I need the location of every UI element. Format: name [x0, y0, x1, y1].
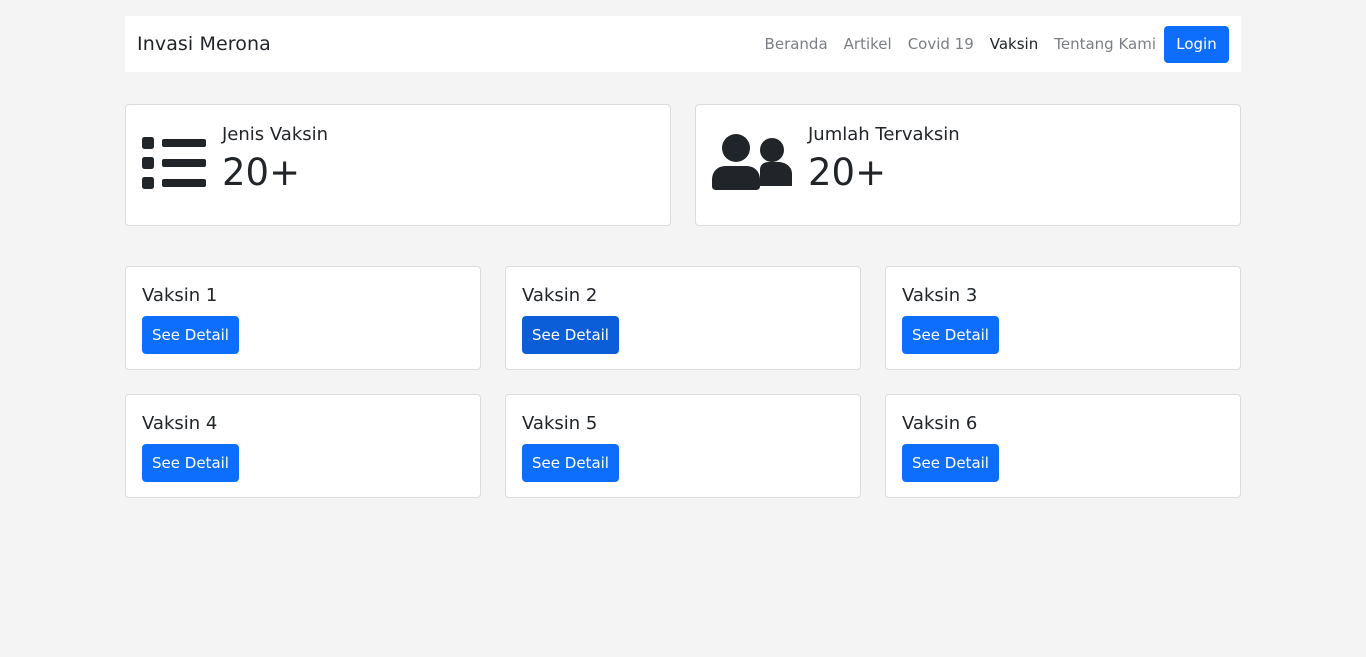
- nav-link-beranda[interactable]: Beranda: [757, 35, 836, 53]
- see-detail-button[interactable]: See Detail: [522, 444, 619, 482]
- stat-value: 20+: [222, 151, 301, 194]
- navbar: Invasi Merona Beranda Artikel Covid 19 V…: [125, 16, 1241, 72]
- vaccine-title: Vaksin 3: [902, 285, 978, 306]
- list-icon: [142, 123, 206, 203]
- stat-value: 20+: [808, 151, 887, 194]
- nav-link-covid-19[interactable]: Covid 19: [900, 35, 982, 53]
- vaccine-title: Vaksin 4: [142, 413, 218, 434]
- see-detail-button[interactable]: See Detail: [522, 316, 619, 354]
- vaccine-grid: Vaksin 1 See Detail Vaksin 2 See Detail …: [125, 266, 1241, 498]
- vaccine-title: Vaksin 5: [522, 413, 598, 434]
- vaccine-title: Vaksin 6: [902, 413, 978, 434]
- vaccine-card: Vaksin 2 See Detail: [505, 266, 861, 370]
- nav-link-vaksin[interactable]: Vaksin: [982, 35, 1046, 53]
- vaccine-card: Vaksin 3 See Detail: [885, 266, 1241, 370]
- see-detail-button[interactable]: See Detail: [902, 444, 999, 482]
- stat-title: Jumlah Tervaksin: [808, 124, 960, 145]
- users-icon: [712, 123, 792, 203]
- vaccine-title: Vaksin 1: [142, 285, 218, 306]
- vaccine-card: Vaksin 4 See Detail: [125, 394, 481, 498]
- brand-logo[interactable]: Invasi Merona: [137, 33, 271, 55]
- stat-title: Jenis Vaksin: [222, 124, 329, 145]
- stat-card-jenis-vaksin: Jenis Vaksin 20+: [125, 104, 671, 226]
- stats-row: Jenis Vaksin 20+ Jumlah Tervaksin 20+: [125, 104, 1241, 226]
- nav-menu: Beranda Artikel Covid 19 Vaksin Tentang …: [757, 16, 1229, 72]
- see-detail-button[interactable]: See Detail: [142, 444, 239, 482]
- nav-link-artikel[interactable]: Artikel: [836, 35, 900, 53]
- stat-card-jumlah-tervaksin: Jumlah Tervaksin 20+: [695, 104, 1241, 226]
- see-detail-button[interactable]: See Detail: [142, 316, 239, 354]
- nav-link-tentang-kami[interactable]: Tentang Kami: [1046, 35, 1164, 53]
- login-button[interactable]: Login: [1164, 25, 1229, 63]
- vaccine-title: Vaksin 2: [522, 285, 598, 306]
- vaccine-card: Vaksin 1 See Detail: [125, 266, 481, 370]
- vaccine-card: Vaksin 6 See Detail: [885, 394, 1241, 498]
- vaccine-card: Vaksin 5 See Detail: [505, 394, 861, 498]
- see-detail-button[interactable]: See Detail: [902, 316, 999, 354]
